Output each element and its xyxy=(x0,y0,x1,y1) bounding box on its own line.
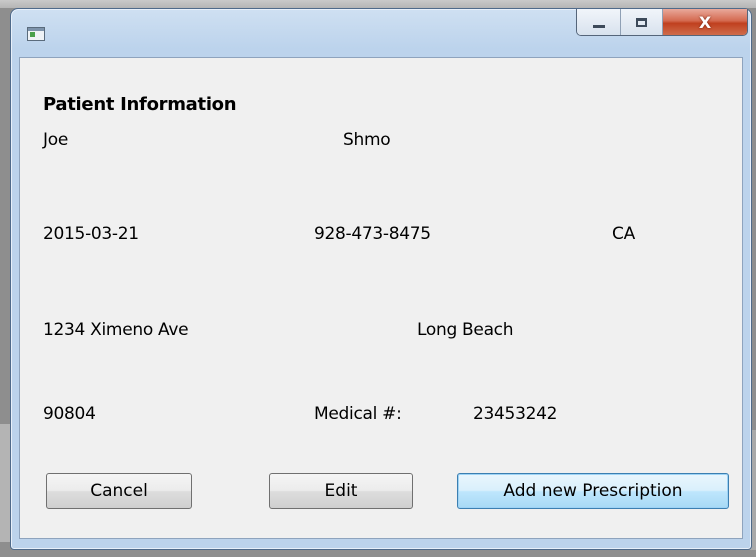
close-button[interactable]: X xyxy=(663,9,747,35)
street-value: 1234 Ximeno Ave xyxy=(43,320,189,340)
title-bar[interactable]: X xyxy=(11,9,751,57)
minimize-icon xyxy=(592,24,605,28)
state-value: CA xyxy=(612,224,635,244)
section-heading: Patient Information xyxy=(43,94,237,115)
first-name-value: Joe xyxy=(43,130,68,150)
patient-form: Patient Information Joe Shmo 2015-03-21 … xyxy=(19,57,743,539)
medical-number-label: Medical #: xyxy=(314,404,402,424)
close-icon: X xyxy=(698,12,712,32)
edit-button[interactable]: Edit xyxy=(269,473,413,509)
last-name-value: Shmo xyxy=(343,130,391,150)
patient-window: X Patient Information Joe Shmo 2015-03-2… xyxy=(10,8,752,550)
maximize-button[interactable] xyxy=(621,9,663,35)
date-of-birth-value: 2015-03-21 xyxy=(43,224,139,244)
window-controls: X xyxy=(576,9,748,36)
medical-number-value: 23453242 xyxy=(473,404,558,424)
minimize-button[interactable] xyxy=(577,9,621,35)
cancel-button[interactable]: Cancel xyxy=(46,473,192,509)
add-prescription-button[interactable]: Add new Prescription xyxy=(457,473,729,509)
city-value: Long Beach xyxy=(417,320,514,340)
background-window-strip xyxy=(0,0,756,8)
app-window-icon[interactable] xyxy=(27,27,45,41)
phone-value: 928-473-8475 xyxy=(314,224,431,244)
maximize-icon xyxy=(636,17,647,27)
zip-value: 90804 xyxy=(43,404,96,424)
